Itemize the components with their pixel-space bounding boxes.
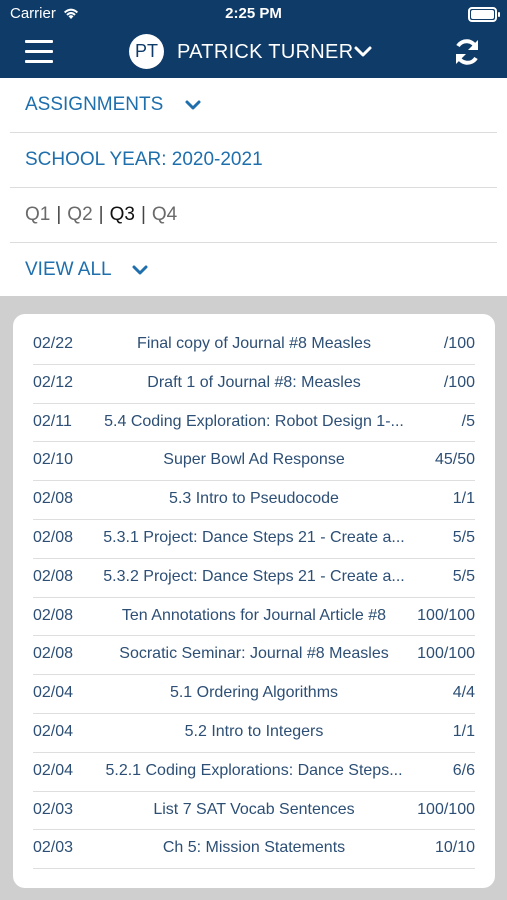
assignment-row[interactable]: 02/12 Draft 1 of Journal #8: Measles/100 <box>33 365 475 404</box>
assignment-title: 5.3 Intro to Pseudocode <box>169 490 339 508</box>
assignments-dropdown[interactable]: ASSIGNMENTS <box>10 78 497 133</box>
assignment-score: 5/5 <box>452 567 475 585</box>
assignment-date: 02/08 <box>33 528 74 546</box>
assignments-list: 02/22 Final copy of Journal #8 Measles/10… <box>33 326 475 870</box>
clock: 2:25 PM <box>225 5 282 22</box>
assignment-row[interactable]: 02/08 Socratic Seminar: Journal #8 Measle… <box>33 636 475 676</box>
assignment-date: 02/08 <box>33 645 74 663</box>
assignment-title: Final copy of Journal #8 Measles <box>137 335 371 352</box>
assignment-title: Draft 1 of Journal #8: Measles <box>147 373 361 391</box>
chevron-down-icon[interactable] <box>352 41 374 63</box>
view-all-dropdown[interactable]: VIEW ALL <box>10 243 497 297</box>
assignment-title: 5.1 Ordering Algorithms <box>169 684 339 702</box>
tab-q4[interactable]: Q4 <box>152 188 177 242</box>
school-year-selector[interactable]: SCHOOL YEAR: 2020-2021 <box>10 133 497 188</box>
assignment-date: 02/03 <box>33 800 74 818</box>
assignment-row[interactable]: 02/04 5.2.1 Coding Explorations: Dance St… <box>33 753 475 792</box>
assignment-title: Ten Annotations for Journal Article #8 <box>121 606 387 624</box>
assignment-title: 5.3.1 Project: Dance Steps 21 - Create a… <box>103 528 405 546</box>
chevron-down-icon <box>185 100 201 110</box>
assignment-row[interactable]: 02/08 5.3.1 Project: Dance Steps 21 - Cre… <box>33 520 475 559</box>
tab-q1[interactable]: Q1 <box>25 188 50 242</box>
quarter-tabs: Q1 | Q2 | Q3 | Q4 <box>10 188 497 243</box>
chevron-down-icon <box>132 265 148 275</box>
assignment-row[interactable]: 02/04 5.2 Intro to Integers 1/1 <box>33 714 475 753</box>
assignment-row[interactable]: 02/08 Ten Annotations for Journal Article… <box>33 598 475 637</box>
assignment-score: 5/5 <box>452 528 475 546</box>
menu-icon[interactable] <box>25 40 53 64</box>
assignment-row[interactable]: 02/10 Super Bowl Ad Response 45/50 <box>33 442 475 482</box>
assignment-score: 100/100 <box>417 606 475 624</box>
assignment-row[interactable]: 02/04 5.1 Ordering Algorithms 4/4 <box>33 675 475 714</box>
assignment-date: 02/22 <box>33 335 74 352</box>
assignment-date: 02/08 <box>33 567 74 585</box>
assignment-score: 1/1 <box>452 490 475 508</box>
assignment-date: 02/08 <box>33 606 74 624</box>
assignment-row[interactable]: 02/03 List 7 SAT Vocab Sentences 100/100 <box>33 792 475 831</box>
quarter-divider: | <box>56 204 62 225</box>
assignment-row[interactable]: 02/08 5.3 Intro to Pseudocode 1/1 <box>33 481 475 520</box>
assignment-score: /100 <box>443 335 475 352</box>
school-year-label: SCHOOL YEAR: 2020-2021 <box>25 149 263 170</box>
assignment-title: 5.2.1 Coding Explorations: Dance Steps..… <box>105 761 403 779</box>
assignment-score: 100/100 <box>417 800 475 818</box>
assignment-date: 02/11 <box>33 412 72 430</box>
assignment-date: 02/08 <box>33 490 74 508</box>
assignment-title: 5.4 Coding Exploration: Robot Design 1-.… <box>104 412 404 430</box>
assignment-title: 5.3.2 Project: Dance Steps 21 - Create a… <box>103 567 405 585</box>
assignment-title: Ch 5: Mission Statements <box>162 839 346 857</box>
assignment-date: 02/12 <box>33 373 74 391</box>
assignment-score: 4/4 <box>452 684 475 702</box>
quarter-divider: | <box>140 204 146 225</box>
filter-menu: ASSIGNMENTS SCHOOL YEAR: 2020-2021 Q1 | Q2… <box>0 78 507 297</box>
tab-q3[interactable]: Q3 <box>110 188 135 242</box>
assignments-label: ASSIGNMENTS <box>25 94 164 115</box>
assignment-score: 100/100 <box>417 645 475 663</box>
assignment-title: List 7 SAT Vocab Sentences <box>153 800 355 818</box>
assignment-title: Socratic Seminar: Journal #8 Measles <box>119 645 389 663</box>
avatar[interactable]: PT <box>129 34 164 69</box>
tab-q2[interactable]: Q2 <box>67 188 92 242</box>
assignment-date: 02/04 <box>33 761 74 779</box>
assignment-title: 5.2 Intro to Integers <box>184 722 324 740</box>
assignment-title: Super Bowl Ad Response <box>163 451 345 469</box>
assignment-date: 02/04 <box>33 684 74 702</box>
quarter-divider: | <box>98 204 104 225</box>
assignment-date: 02/10 <box>33 451 74 469</box>
assignment-row[interactable]: 02/11 5.4 Coding Exploration: Robot Desig… <box>33 404 475 443</box>
assignment-row[interactable]: 02/22 Final copy of Journal #8 Measles/10… <box>33 326 475 365</box>
view-all-label: VIEW ALL <box>25 259 111 280</box>
assignment-score: 6/6 <box>452 761 475 779</box>
assignment-score: /100 <box>443 373 475 391</box>
assignment-score: 10/10 <box>434 839 475 857</box>
assignments-card: 02/22 Final copy of Journal #8 Measles/10… <box>13 314 495 888</box>
assignment-score: 1/1 <box>452 722 475 740</box>
battery-icon <box>468 7 500 22</box>
assignment-date: 02/04 <box>33 722 74 740</box>
assignment-row[interactable]: 02/03 Ch 5: Mission Statements 10/10 <box>33 830 475 870</box>
assignment-date: 02/03 <box>33 839 74 857</box>
assignment-row[interactable]: 02/08 5.3.2 Project: Dance Steps 21 - Cre… <box>33 559 475 598</box>
student-name[interactable]: PATRICK TURNER <box>177 41 353 64</box>
status-bar: Carrier 2:25 PM <box>0 0 507 28</box>
app-header: Carrier 2:25 PM PT PATRICK TURNER <box>0 0 507 78</box>
refresh-icon[interactable] <box>451 36 483 68</box>
assignment-score: 45/50 <box>434 451 475 469</box>
assignment-score: /5 <box>461 412 475 430</box>
